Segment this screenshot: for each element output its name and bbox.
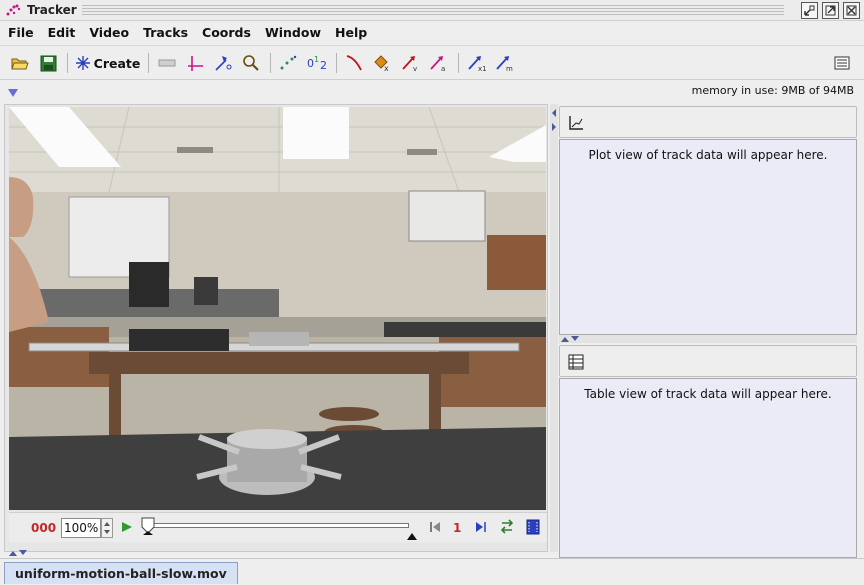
minimize-icon[interactable] xyxy=(801,2,818,19)
calibration-icon[interactable] xyxy=(157,53,177,73)
play-icon[interactable] xyxy=(121,521,133,536)
svg-text:m: m xyxy=(506,65,513,72)
title-bar: Tracker xyxy=(0,0,864,21)
frame-slider[interactable] xyxy=(141,517,417,540)
tab-uniform-motion-ball-slow[interactable]: uniform-motion-ball-slow.mov xyxy=(4,562,238,584)
table-view-panel[interactable]: Table view of track data will appear her… xyxy=(559,378,857,558)
tracker-app-icon xyxy=(5,2,21,18)
zoom-icon[interactable] xyxy=(241,53,261,73)
vertical-splitter[interactable] xyxy=(550,104,558,552)
memory-status: memory in use: 9MB of 94MB xyxy=(691,84,854,97)
notes-icon[interactable] xyxy=(832,53,852,73)
svg-text:x: x xyxy=(384,64,389,72)
svg-text:2: 2 xyxy=(320,59,327,72)
svg-text:v: v xyxy=(413,65,417,72)
maximize-icon[interactable] xyxy=(822,2,839,19)
end-marker-icon[interactable] xyxy=(407,529,417,543)
status-bar: memory in use: 9MB of 94MB xyxy=(0,80,864,101)
path-icon[interactable] xyxy=(344,53,364,73)
menu-file[interactable]: File xyxy=(8,25,34,40)
menu-video[interactable]: Video xyxy=(89,25,129,40)
svg-text:1: 1 xyxy=(314,55,319,64)
right-views-pane: Plot view of track data will appear here… xyxy=(559,104,857,558)
trails-icon[interactable] xyxy=(278,53,298,73)
plot-placeholder-text: Plot view of track data will appear here… xyxy=(588,148,828,162)
axes-icon[interactable] xyxy=(185,53,205,73)
plot-view-header xyxy=(559,106,857,138)
window-title: Tracker xyxy=(27,3,77,17)
create-label: Create xyxy=(93,55,141,71)
acceleration-icon[interactable]: a xyxy=(428,53,448,73)
collapse-arrows-icon[interactable] xyxy=(9,545,29,559)
title-bar-grip xyxy=(82,5,784,16)
svg-text:a: a xyxy=(441,65,445,72)
menu-coords[interactable]: Coords xyxy=(202,25,251,40)
zoom-stepper[interactable] xyxy=(101,518,113,538)
mass-icon[interactable]: m xyxy=(494,53,516,73)
plot-view-panel[interactable]: Plot view of track data will appear here… xyxy=(559,139,857,335)
video-tab-strip: uniform-motion-ball-slow.mov xyxy=(0,558,864,585)
center-of-mass-icon[interactable]: x1 xyxy=(466,53,488,73)
menu-tracks[interactable]: Tracks xyxy=(143,25,188,40)
table-placeholder-text: Table view of track data will appear her… xyxy=(584,387,832,401)
menu-edit[interactable]: Edit xyxy=(48,25,76,40)
menu-help[interactable]: Help xyxy=(335,25,367,40)
slider-thumb[interactable] xyxy=(141,517,155,542)
loop-icon[interactable] xyxy=(500,519,514,538)
open-folder-icon[interactable] xyxy=(10,53,30,73)
main-toolbar: Create 012 x v a x1 m xyxy=(0,45,864,80)
save-icon[interactable] xyxy=(38,53,58,73)
step-size[interactable]: 1 xyxy=(453,521,461,535)
labels-icon[interactable]: 012 xyxy=(305,53,329,73)
table-view-header xyxy=(559,345,857,377)
menu-window[interactable]: Window xyxy=(265,25,321,40)
svg-text:0: 0 xyxy=(307,57,314,70)
create-track-icon xyxy=(75,56,90,70)
step-forward-icon[interactable] xyxy=(475,521,487,536)
table-chooser-icon[interactable] xyxy=(568,354,584,373)
velocity-icon[interactable]: v xyxy=(400,53,420,73)
zoom-field[interactable]: 100% xyxy=(61,518,101,538)
create-track-button[interactable]: Create xyxy=(75,53,141,73)
menu-bar: File Edit Video Tracks Coords Window Hel… xyxy=(0,21,864,43)
autotracker-icon[interactable] xyxy=(213,53,233,73)
frame-counter[interactable]: 000 xyxy=(31,521,56,535)
svg-text:x1: x1 xyxy=(478,65,487,72)
position-icon[interactable]: x xyxy=(372,53,392,73)
step-back-icon[interactable] xyxy=(429,521,441,536)
dropdown-triangle-icon[interactable] xyxy=(8,86,18,100)
player-bar: 000 100% 1 xyxy=(9,512,547,542)
clip-settings-icon[interactable] xyxy=(526,519,540,538)
slider-track xyxy=(145,523,409,528)
video-panel: 000 100% 1 xyxy=(4,104,548,556)
plot-chooser-icon[interactable] xyxy=(568,115,584,134)
video-frame[interactable] xyxy=(9,107,546,510)
horizontal-splitter[interactable] xyxy=(559,335,857,343)
close-icon[interactable] xyxy=(843,2,860,19)
